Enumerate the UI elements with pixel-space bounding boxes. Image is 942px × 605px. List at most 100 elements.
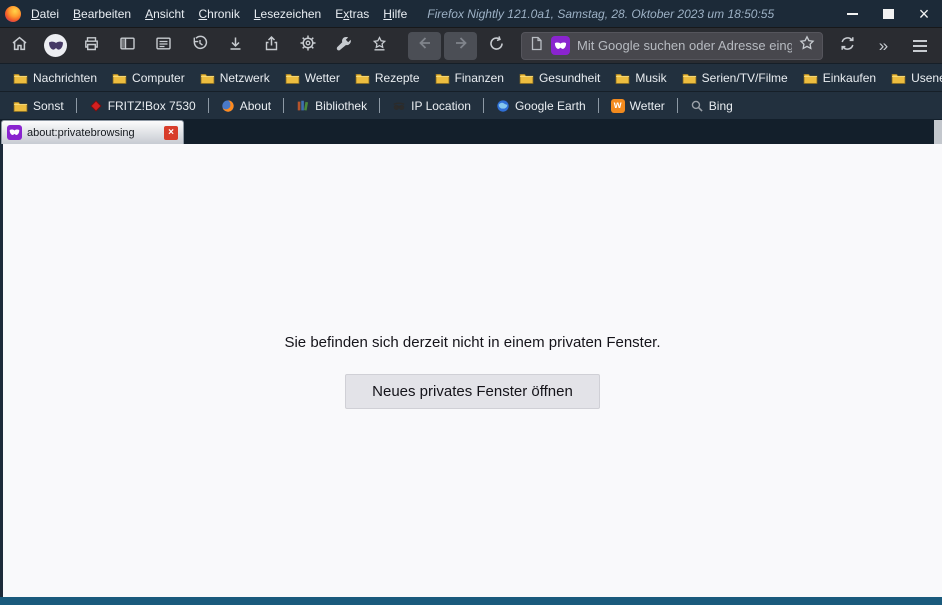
window-controls: × <box>834 0 942 27</box>
bookmark-bibliothek[interactable]: Bibliothek <box>290 97 373 115</box>
bookmark-ip-location[interactable]: IP Location <box>386 97 477 115</box>
home-icon <box>11 35 28 57</box>
globe-icon <box>496 99 510 113</box>
bookmark-einkaufen[interactable]: Einkaufen <box>797 69 882 87</box>
reader-view-button[interactable] <box>146 31 181 61</box>
bookmark-netzwerk[interactable]: Netzwerk <box>194 69 276 87</box>
wrench-icon <box>335 35 352 57</box>
open-private-window-button[interactable]: Neues privates Fenster öffnen <box>345 374 600 409</box>
forward-button[interactable] <box>444 32 477 60</box>
forward-arrow-icon <box>452 34 470 57</box>
firefox-logo-icon[interactable] <box>5 6 21 22</box>
bottom-strip <box>0 597 942 605</box>
bookmark-nachrichten[interactable]: Nachrichten <box>7 69 103 87</box>
folder-icon <box>200 72 215 84</box>
bookmark-sonst[interactable]: Sonst <box>7 97 70 115</box>
tabbar-right-edge <box>934 120 942 144</box>
bookmark-rezepte[interactable]: Rezepte <box>349 69 426 87</box>
menu-ansicht[interactable]: Ansicht <box>138 0 191 27</box>
urlbar-placeholder: Mit Google suchen oder Adresse eing <box>577 38 792 53</box>
downloads-button[interactable] <box>218 31 253 61</box>
bookmark-usenet[interactable]: Usenet <box>885 69 942 87</box>
folder-icon <box>13 72 28 84</box>
history-button[interactable] <box>182 31 217 61</box>
folder-icon <box>112 72 127 84</box>
titlebar: Datei Bearbeiten Ansicht Chronik Lesezei… <box>0 0 942 27</box>
menu-hilfe[interactable]: Hilfe <box>376 0 414 27</box>
bookmark-serien-tv-filme[interactable]: Serien/TV/Filme <box>676 69 794 87</box>
gear-icon <box>299 34 317 57</box>
tab-close-button[interactable]: × <box>164 126 178 140</box>
bookmark-star-icon[interactable] <box>799 35 815 56</box>
back-arrow-icon <box>416 34 434 57</box>
settings-button[interactable] <box>290 31 325 61</box>
menu-datei[interactable]: Datei <box>24 0 66 27</box>
glasses-icon <box>392 99 406 113</box>
overflow-button[interactable]: » <box>866 31 901 61</box>
bookmark-finanzen[interactable]: Finanzen <box>429 69 510 87</box>
close-button[interactable]: × <box>906 0 942 27</box>
tools-button[interactable] <box>326 31 361 61</box>
bookmark-separator <box>283 98 284 113</box>
folder-icon <box>682 72 697 84</box>
tab-private-browsing[interactable]: about:privatebrowsing × <box>1 120 184 144</box>
bookmark-bing[interactable]: Bing <box>684 97 739 115</box>
window-title: Firefox Nightly 121.0a1, Samstag, 28. Ok… <box>427 7 834 21</box>
private-mask-tab-icon <box>7 125 22 140</box>
bookmark-separator <box>76 98 77 113</box>
bookmark-fritzbox[interactable]: FRITZ!Box 7530 <box>83 97 202 115</box>
sync-arrows-icon <box>839 35 856 57</box>
bookmark-musik[interactable]: Musik <box>609 69 672 87</box>
bookmark-separator <box>677 98 678 113</box>
maximize-icon <box>883 9 894 19</box>
chevron-overflow-icon: » <box>879 37 888 54</box>
navigation-toolbar: Mit Google suchen oder Adresse eing » <box>0 27 942 63</box>
menubar: Datei Bearbeiten Ansicht Chronik Lesezei… <box>24 0 414 27</box>
bookmark-gesundheit[interactable]: Gesundheit <box>513 69 606 87</box>
sync-button[interactable] <box>830 31 865 61</box>
folder-icon <box>615 72 630 84</box>
bookmark-separator <box>483 98 484 113</box>
download-icon <box>227 35 244 57</box>
fritzbox-diamond-icon <box>89 99 103 113</box>
folder-icon <box>285 72 300 84</box>
wetter-w-icon: w <box>611 99 625 113</box>
private-browsing-button[interactable] <box>38 31 73 61</box>
printer-icon <box>83 35 100 57</box>
books-icon <box>296 99 310 113</box>
bookmark-wetter[interactable]: wWetter <box>605 97 671 115</box>
bookmark-separator <box>208 98 209 113</box>
menu-lesezeichen[interactable]: Lesezeichen <box>247 0 328 27</box>
share-upload-icon <box>263 35 280 57</box>
home-button[interactable] <box>2 31 37 61</box>
bookmark-separator <box>598 98 599 113</box>
hamburger-icon <box>913 40 927 52</box>
menu-chronik[interactable]: Chronik <box>191 0 246 27</box>
folder-icon <box>435 72 450 84</box>
bookmark-wetter-folder[interactable]: Wetter <box>279 69 346 87</box>
menu-bearbeiten[interactable]: Bearbeiten <box>66 0 138 27</box>
print-button[interactable] <box>74 31 109 61</box>
app-menu-button[interactable] <box>902 31 937 61</box>
private-mask-icon <box>44 34 67 57</box>
maximize-button[interactable] <box>870 0 906 27</box>
save-star-button[interactable] <box>362 31 397 61</box>
sidebar-button[interactable] <box>110 31 145 61</box>
bookmark-about[interactable]: About <box>215 97 277 115</box>
bookmark-computer[interactable]: Computer <box>106 69 191 87</box>
urlbar[interactable]: Mit Google suchen oder Adresse eing <box>521 32 823 60</box>
bookmarks-toolbar-row1: Nachrichten Computer Netzwerk Wetter Rez… <box>0 63 942 91</box>
folder-icon <box>891 72 906 84</box>
reload-button[interactable] <box>479 31 514 61</box>
menu-extras[interactable]: Extras <box>328 0 376 27</box>
share-button[interactable] <box>254 31 289 61</box>
minimize-button[interactable] <box>834 0 870 27</box>
private-browsing-message: Sie befinden sich derzeit nicht in einem… <box>284 334 660 351</box>
folder-icon <box>13 100 28 112</box>
reload-icon <box>488 35 505 57</box>
bookmarks-toolbar-row2: Sonst FRITZ!Box 7530 About Bibliothek IP… <box>0 91 942 119</box>
bookmark-google-earth[interactable]: Google Earth <box>490 97 592 115</box>
folder-icon <box>803 72 818 84</box>
private-browsing-badge <box>551 36 570 55</box>
back-button[interactable] <box>408 32 441 60</box>
